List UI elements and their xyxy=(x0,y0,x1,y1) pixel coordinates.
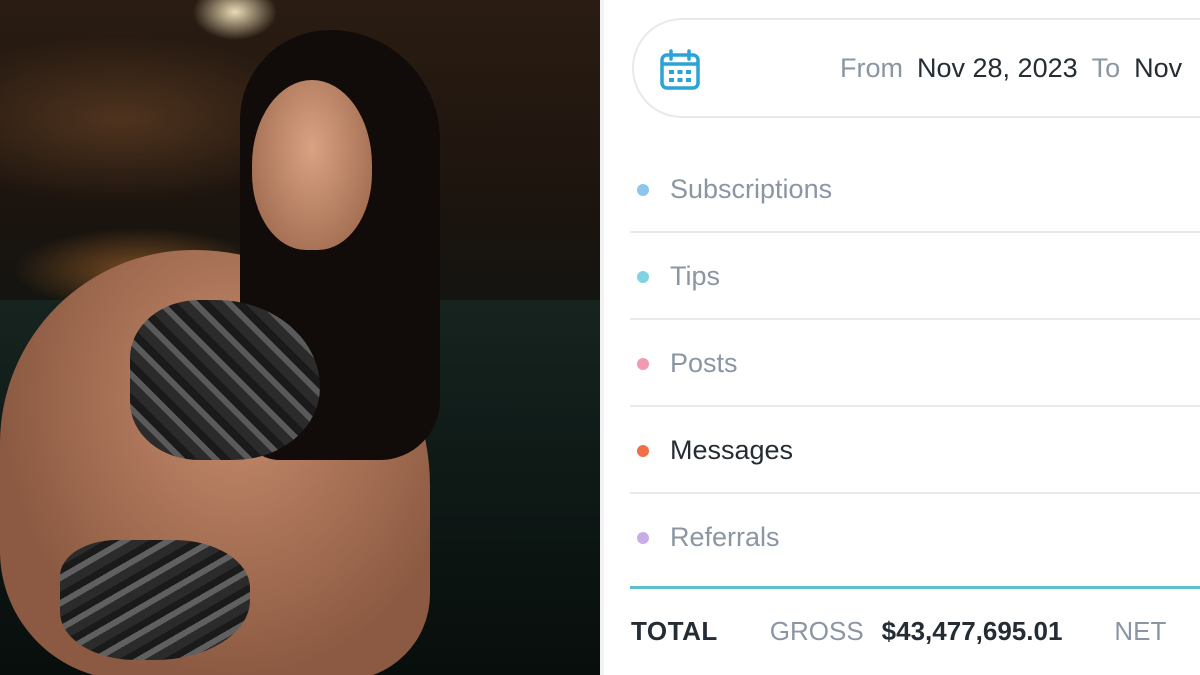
total-summary: TOTAL GROSS $43,477,695.01 NET xyxy=(631,596,1166,666)
to-date-value[interactable]: Nov xyxy=(1134,53,1182,83)
date-range-selector[interactable]: From Nov 28, 2023 To Nov xyxy=(632,18,1200,118)
category-label: Referrals xyxy=(670,522,780,552)
total-separator xyxy=(630,586,1200,589)
photo-figure-swimsuit-bottom xyxy=(60,540,250,660)
from-date-value[interactable]: Nov 28, 2023 xyxy=(917,53,1078,83)
messages-dot xyxy=(637,445,649,457)
category-row-posts[interactable]: Posts xyxy=(630,320,1200,407)
earnings-panel: From Nov 28, 2023 To Nov Subscriptions Tips… xyxy=(604,0,1200,675)
posts-dot xyxy=(637,358,649,370)
net-label: NET xyxy=(1114,616,1167,646)
category-row-messages[interactable]: Messages xyxy=(630,407,1200,494)
photo-figure-face xyxy=(252,80,372,250)
category-label: Tips xyxy=(670,261,721,291)
tips-dot xyxy=(637,271,649,283)
referrals-dot xyxy=(637,532,649,544)
category-row-subscriptions[interactable]: Subscriptions xyxy=(630,146,1200,233)
category-row-tips[interactable]: Tips xyxy=(630,233,1200,320)
earnings-category-list: Subscriptions Tips Posts Messages Referr… xyxy=(630,146,1200,581)
category-label: Posts xyxy=(670,348,738,378)
gross-value: $43,477,695.01 xyxy=(881,616,1063,646)
to-label: To xyxy=(1091,53,1121,83)
gross-label: GROSS xyxy=(769,616,864,646)
category-label: Subscriptions xyxy=(670,174,833,204)
calendar-icon xyxy=(660,49,700,90)
date-range-text: From Nov 28, 2023 To Nov xyxy=(840,20,1196,116)
total-label: TOTAL xyxy=(631,616,718,646)
from-label: From xyxy=(840,53,903,83)
category-label: Messages xyxy=(670,435,794,465)
category-row-referrals[interactable]: Referrals xyxy=(630,494,1200,581)
photo-panel xyxy=(0,0,600,675)
subscriptions-dot xyxy=(637,184,649,196)
